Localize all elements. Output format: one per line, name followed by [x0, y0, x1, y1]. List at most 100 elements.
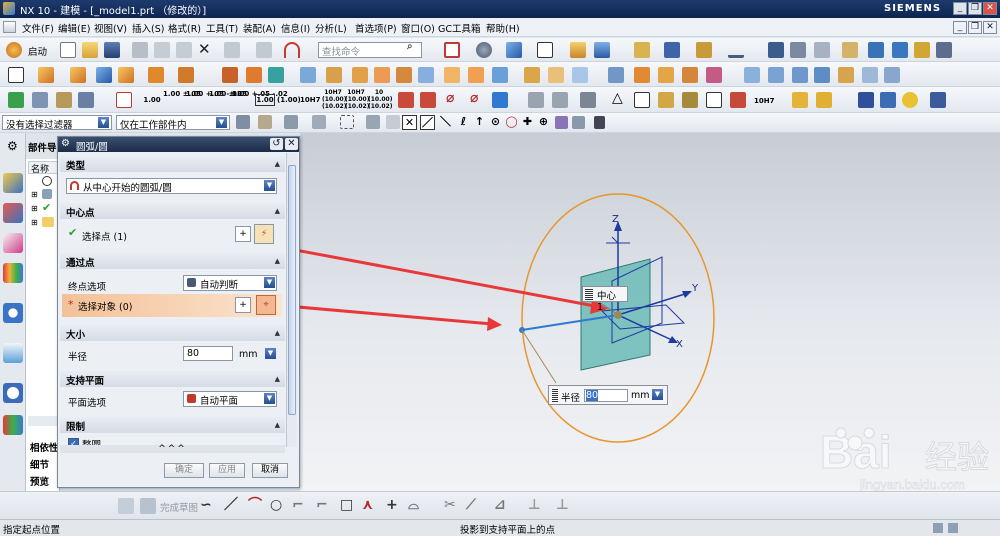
type-filter-select[interactable]: 没有选择过滤器	[2, 115, 112, 131]
assembly-icon[interactable]	[868, 42, 884, 58]
apply-button[interactable]: 应用	[209, 463, 245, 478]
menu-insert[interactable]: 插入(S)	[132, 21, 164, 35]
menu-format[interactable]: 格式(R)	[168, 21, 201, 35]
hammer-icon[interactable]	[892, 42, 908, 58]
cut-icon[interactable]	[132, 42, 148, 58]
line-icon[interactable]: ／	[224, 497, 238, 513]
database-icon[interactable]	[814, 42, 830, 58]
through-section-header[interactable]: 通过点 ▲	[60, 253, 285, 269]
menu-help[interactable]: 帮助(H)	[486, 21, 520, 35]
draft-icon[interactable]	[396, 67, 412, 83]
type-section-header[interactable]: 类型 ▲	[60, 156, 285, 172]
gear-icon[interactable]: ⚙	[7, 139, 18, 153]
expand-icon[interactable]: ⊞	[31, 218, 38, 227]
column-header-name[interactable]: 名称	[28, 161, 60, 175]
center-select-point[interactable]: 选择点 (1)	[82, 229, 127, 243]
snap-settings-icon[interactable]	[594, 116, 605, 129]
new-file-icon[interactable]	[60, 42, 76, 58]
chevron-down-icon[interactable]: ▼	[652, 389, 663, 400]
datum-plane-icon[interactable]	[300, 67, 316, 83]
mirror-icon[interactable]	[246, 67, 262, 83]
circle-snap-icon[interactable]: ◯	[504, 115, 519, 130]
select-object-row[interactable]: * 选择对象 (0) + ⌖	[62, 294, 282, 317]
redo-icon[interactable]	[256, 42, 272, 58]
save-icon[interactable]	[104, 42, 120, 58]
collapse-icon[interactable]: ▲	[275, 207, 280, 215]
dialog-title-bar[interactable]: ⚙ 圆弧/圆 ↺ ✕	[58, 137, 299, 153]
shaded-cube-icon[interactable]	[506, 42, 522, 58]
offset-face-icon[interactable]	[374, 67, 390, 83]
filter-settings-icon[interactable]	[236, 115, 250, 129]
preview-panel[interactable]: 预览	[30, 474, 49, 488]
curve-rule-icon[interactable]	[312, 115, 326, 129]
constraint-icon[interactable]: ⊥	[528, 497, 541, 513]
minimize-button[interactable]: _	[953, 2, 967, 15]
select-all-icon[interactable]	[258, 115, 272, 129]
profile-icon[interactable]: ∽	[200, 497, 212, 513]
thicken-icon[interactable]	[548, 67, 564, 83]
tag-icon[interactable]	[842, 42, 858, 58]
endpoint-options-select[interactable]: 自动判断 ▼	[183, 275, 277, 291]
arc-icon[interactable]: ⌒	[248, 497, 262, 513]
details-panel[interactable]: 细节	[30, 457, 49, 471]
coins-icon[interactable]	[816, 92, 832, 108]
web-browser-icon[interactable]	[3, 343, 23, 363]
dialog-close-icon[interactable]: ✕	[285, 138, 298, 150]
surface-icon[interactable]	[744, 67, 760, 83]
intersection-snap-icon[interactable]: ℓ	[456, 115, 471, 130]
palette-icon[interactable]	[3, 415, 23, 435]
chamfer-icon[interactable]	[178, 67, 194, 83]
reuse-library-icon[interactable]	[3, 263, 23, 283]
studio-spline-icon[interactable]: ⌓	[408, 497, 419, 513]
open-folder-icon[interactable]	[82, 42, 98, 58]
existing-point-snap-icon[interactable]: ⊕	[536, 115, 551, 130]
delete-icon[interactable]: ✕	[198, 41, 211, 57]
replace-face-icon[interactable]	[634, 67, 650, 83]
fillet-icon[interactable]: ⌐	[292, 497, 304, 513]
cancel-button[interactable]: 取消	[252, 463, 288, 478]
chevron-down-icon[interactable]: ▼	[264, 180, 275, 191]
inferred-point-button[interactable]: ⚡	[254, 224, 274, 244]
swept-icon[interactable]	[792, 67, 808, 83]
shell-icon[interactable]	[268, 67, 284, 83]
snap-view-icon[interactable]	[634, 42, 650, 58]
menu-assembly[interactable]: 装配(A)	[243, 21, 276, 35]
point-dialog-button[interactable]: +	[235, 226, 251, 242]
menu-view[interactable]: 视图(V)	[94, 21, 127, 35]
fit-tolerance[interactable]: 10H7	[754, 97, 774, 105]
undo-icon[interactable]	[224, 42, 240, 58]
limit-section-header[interactable]: 限制 ▲	[60, 417, 285, 433]
copy-icon[interactable]	[154, 42, 170, 58]
cylinder-icon[interactable]	[444, 67, 460, 83]
sphere-icon[interactable]	[492, 67, 508, 83]
midpoint-snap-icon[interactable]: ／	[420, 115, 435, 130]
rectangle-icon[interactable]: □	[340, 497, 353, 513]
restore-button[interactable]: ❐	[968, 2, 982, 15]
collapse-icon[interactable]: ▲	[275, 375, 280, 383]
start-button[interactable]: 启动	[28, 44, 47, 58]
sync-move-icon[interactable]	[608, 67, 624, 83]
scroll-thumb[interactable]	[288, 165, 296, 415]
extrude-icon[interactable]	[38, 67, 54, 83]
arc-center-snap-icon[interactable]: ⊙	[488, 115, 503, 130]
doc-close-button[interactable]: ✕	[983, 21, 997, 34]
sketch-settings-icon[interactable]	[118, 498, 134, 514]
through-curves-icon[interactable]	[768, 67, 784, 83]
menu-analysis[interactable]: 分析(L)	[315, 21, 347, 35]
quadrant-snap-icon[interactable]: ↑	[472, 115, 487, 130]
type-select[interactable]: 从中心开始的圆弧/圆 ▼	[66, 178, 277, 194]
fit-view-icon[interactable]	[444, 42, 460, 58]
part-navigator-icon[interactable]	[3, 233, 23, 253]
block-icon[interactable]	[418, 67, 434, 83]
curve-network-icon[interactable]	[884, 67, 900, 83]
graphics-window[interactable]: Bai 经验 jingyan.baidu.com Z Y X 中心 1 半径 8…	[300, 133, 1000, 491]
start-icon[interactable]	[6, 42, 22, 58]
polygon-icon[interactable]: ⋏	[362, 497, 373, 513]
chevron-down-icon[interactable]: ▼	[265, 348, 276, 359]
menu-gc-toolbox[interactable]: GC工具箱	[438, 21, 481, 35]
menu-tools[interactable]: 工具(T)	[206, 21, 238, 35]
deselect-icon[interactable]	[284, 115, 298, 129]
menu-info[interactable]: 信息(I)	[281, 21, 310, 35]
control-point-snap-icon[interactable]: ＼	[438, 115, 453, 130]
resize-face-icon[interactable]	[682, 67, 698, 83]
